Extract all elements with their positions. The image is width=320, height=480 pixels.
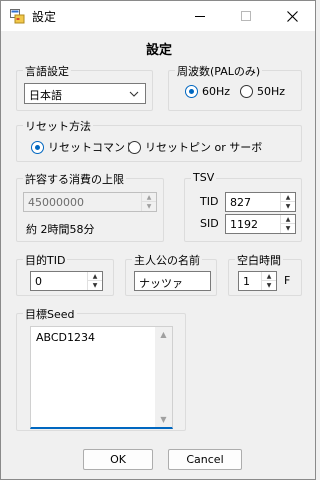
language-selected-value: 日本語 bbox=[29, 89, 62, 102]
target-tid-group: 目的TID 0 ▲ ▼ bbox=[16, 252, 114, 296]
frequency-group: 周波数(PALのみ) 60Hz 50Hz bbox=[168, 63, 302, 111]
consumption-limit-legend: 許容する消費の上限 bbox=[23, 171, 126, 187]
cancel-button[interactable]: Cancel bbox=[168, 449, 242, 470]
hero-name-input[interactable]: ナッツァ bbox=[134, 271, 211, 291]
radio-50hz-dot[interactable] bbox=[240, 85, 253, 98]
maximize-icon bbox=[241, 11, 251, 21]
app-icon bbox=[10, 9, 25, 24]
scroll-up-icon[interactable]: ▲ bbox=[155, 327, 172, 342]
spin-down-icon[interactable]: ▼ bbox=[88, 281, 102, 290]
hero-name-value: ナッツァ bbox=[139, 277, 183, 290]
target-tid-spin[interactable]: ▲ ▼ bbox=[87, 272, 102, 290]
radio-reset-pin-label: リセットピン or サーボ bbox=[145, 141, 263, 154]
target-tid-value: 0 bbox=[35, 275, 42, 288]
radio-reset-command-label: リセットコマンド bbox=[48, 141, 136, 154]
radio-60hz-dot[interactable] bbox=[185, 85, 198, 98]
radio-reset-command-dot[interactable] bbox=[31, 140, 44, 154]
consumption-time-estimate: 約 2時間58分 bbox=[26, 223, 95, 236]
spin-up-icon[interactable]: ▲ bbox=[88, 272, 102, 281]
sid-value: 1192 bbox=[230, 218, 258, 231]
minimize-icon bbox=[195, 16, 205, 17]
consumption-limit-group: 許容する消費の上限 45000000 ▲ ▼ 約 2時間58分 bbox=[16, 171, 164, 242]
language-group: 言語設定 日本語 bbox=[16, 63, 153, 111]
radio-reset-command[interactable]: リセットコマンド bbox=[31, 139, 136, 155]
spin-down-icon[interactable]: ▼ bbox=[262, 281, 276, 290]
tid-stepper[interactable]: 827 ▲ ▼ bbox=[225, 192, 296, 212]
chevron-down-icon bbox=[129, 91, 139, 97]
tid-label: TID bbox=[200, 195, 219, 208]
spin-up-icon[interactable]: ▲ bbox=[281, 193, 295, 202]
radio-50hz[interactable]: 50Hz bbox=[240, 85, 285, 98]
target-seed-group: 目標Seed ABCD1234 ▲ ▼ bbox=[16, 306, 186, 431]
dialog-heading: 設定 bbox=[145, 43, 172, 58]
sid-stepper[interactable]: 1192 ▲ ▼ bbox=[225, 214, 296, 234]
window-title: 設定 bbox=[32, 10, 57, 24]
spin-up-icon[interactable]: ▲ bbox=[142, 193, 156, 202]
reset-method-group: リセット方法 リセットコマンド リセットピン or サーボ bbox=[16, 118, 302, 162]
blank-time-group: 空白時間 1 ▲ ▼ F bbox=[228, 252, 302, 296]
target-seed-legend: 目標Seed bbox=[23, 306, 77, 322]
target-tid-stepper[interactable]: 0 ▲ ▼ bbox=[30, 271, 103, 291]
language-select[interactable]: 日本語 bbox=[24, 83, 146, 104]
target-tid-legend: 目的TID bbox=[23, 252, 68, 268]
hero-name-group: 主人公の名前 ナッツァ bbox=[125, 252, 217, 296]
radio-reset-pin[interactable]: リセットピン or サーボ bbox=[128, 139, 262, 155]
tid-value: 827 bbox=[230, 196, 251, 209]
target-seed-scrollbar[interactable]: ▲ ▼ bbox=[155, 327, 172, 427]
consumption-spin[interactable]: ▲ ▼ bbox=[141, 193, 156, 211]
blank-time-legend: 空白時間 bbox=[235, 252, 283, 268]
blank-time-value: 1 bbox=[243, 275, 250, 288]
tsv-legend: TSV bbox=[191, 171, 217, 184]
spin-down-icon[interactable]: ▼ bbox=[281, 202, 295, 211]
consumption-limit-stepper[interactable]: 45000000 ▲ ▼ bbox=[23, 192, 157, 212]
language-legend: 言語設定 bbox=[23, 63, 71, 79]
target-seed-value: ABCD1234 bbox=[36, 331, 96, 344]
target-seed-textarea[interactable]: ABCD1234 ▲ ▼ bbox=[30, 326, 173, 429]
blank-time-unit: F bbox=[284, 274, 291, 287]
spin-up-icon[interactable]: ▲ bbox=[281, 215, 295, 224]
title-bar[interactable]: 設定 bbox=[1, 1, 315, 31]
tsv-group: TSV TID 827 ▲ ▼ SID 1192 ▲ ▼ bbox=[184, 171, 302, 242]
reset-method-legend: リセット方法 bbox=[23, 118, 93, 134]
spin-down-icon[interactable]: ▼ bbox=[281, 224, 295, 233]
hero-name-legend: 主人公の名前 bbox=[132, 252, 202, 268]
blank-time-spin[interactable]: ▲ ▼ bbox=[261, 272, 276, 290]
radio-60hz[interactable]: 60Hz bbox=[185, 85, 230, 98]
ok-button[interactable]: OK bbox=[83, 449, 153, 470]
tid-spin[interactable]: ▲ ▼ bbox=[280, 193, 295, 211]
spin-down-icon[interactable]: ▼ bbox=[142, 202, 156, 211]
minimize-button[interactable] bbox=[177, 1, 223, 31]
close-icon bbox=[286, 10, 298, 22]
settings-window: 設定 設定 言語設定 日本語 周波数(PALのみ) 60Hz 50Hz リセット… bbox=[0, 0, 316, 480]
radio-50hz-label: 50Hz bbox=[257, 85, 286, 98]
blank-time-stepper[interactable]: 1 ▲ ▼ bbox=[238, 271, 277, 291]
close-button[interactable] bbox=[269, 1, 315, 31]
scroll-down-icon[interactable]: ▼ bbox=[155, 412, 172, 427]
spin-up-icon[interactable]: ▲ bbox=[262, 272, 276, 281]
sid-label: SID bbox=[200, 217, 219, 230]
radio-reset-pin-dot[interactable] bbox=[128, 140, 141, 154]
consumption-limit-value: 45000000 bbox=[28, 196, 84, 209]
maximize-button[interactable] bbox=[223, 1, 269, 31]
frequency-legend: 周波数(PALのみ) bbox=[175, 63, 263, 79]
radio-60hz-label: 60Hz bbox=[202, 85, 231, 98]
sid-spin[interactable]: ▲ ▼ bbox=[280, 215, 295, 233]
